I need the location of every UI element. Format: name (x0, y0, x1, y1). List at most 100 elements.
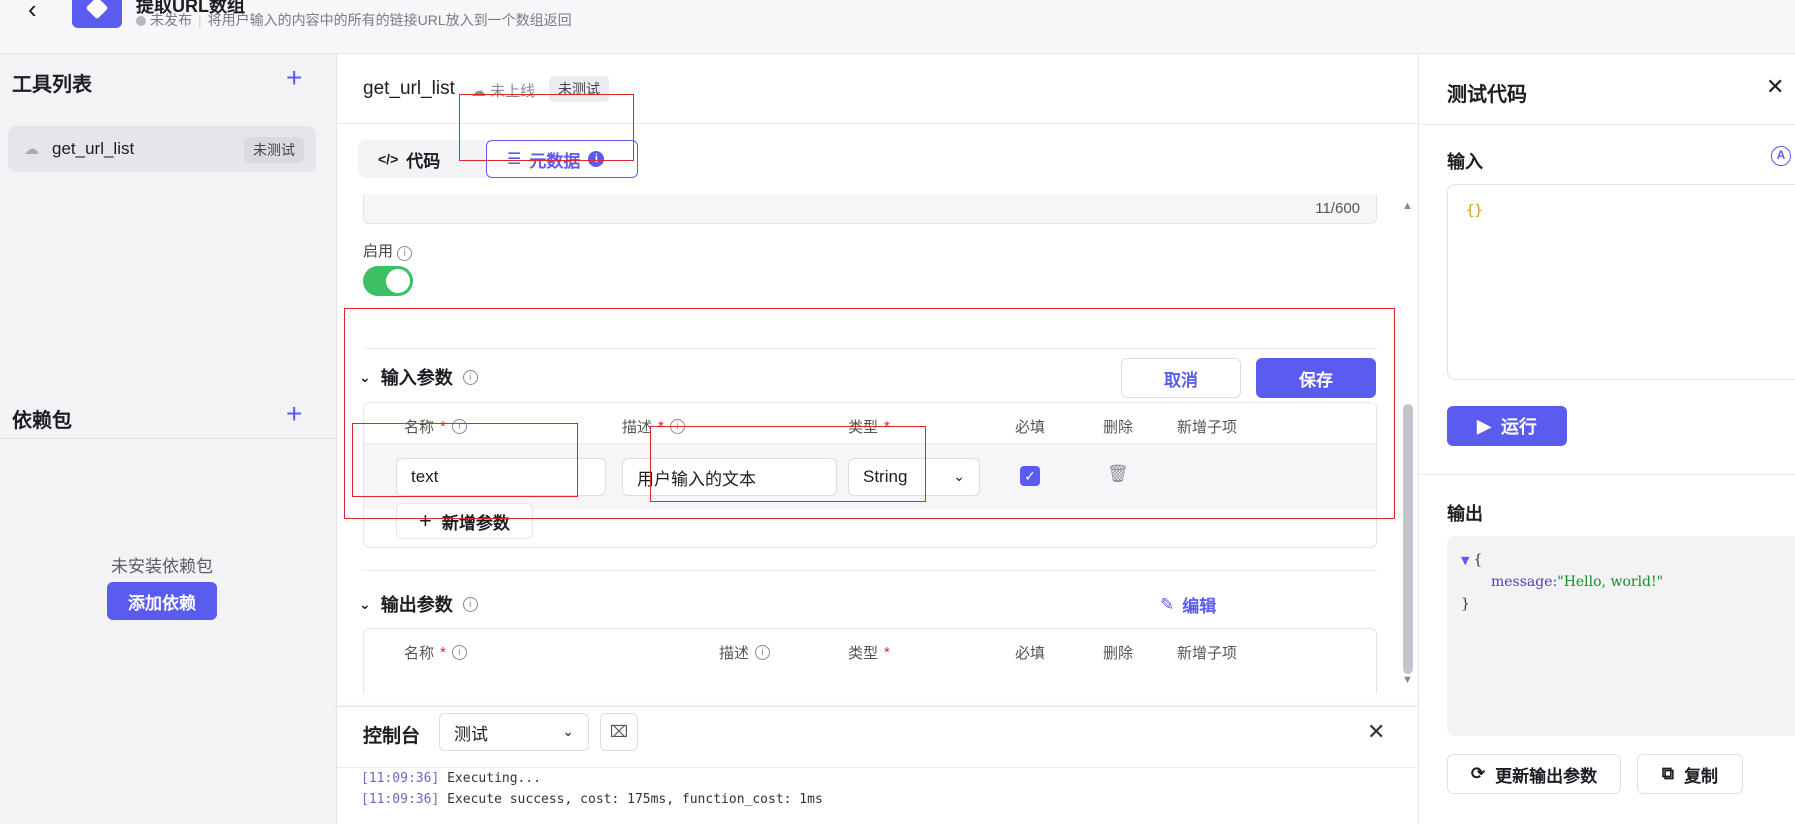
copy-label: 复制 (1684, 766, 1719, 786)
json-entry: message:"Hello, world!" (1491, 574, 1663, 590)
info-icon: i (462, 596, 478, 612)
description-textarea[interactable]: 11/600 (363, 194, 1377, 224)
sidebar-item-get-url-list[interactable]: ☁ get_url_list 未测试 (8, 126, 316, 172)
deps-empty-text: 未安装依赖包 (111, 557, 213, 576)
output-params-table: 名称 * i 描述 i 类型 * 必填 删除 新增子项 (363, 628, 1377, 694)
enable-toggle[interactable] (363, 266, 413, 296)
edit-output-button[interactable]: ✎ 编辑 (1160, 592, 1216, 617)
add-param-button[interactable]: + 新增参数 (396, 503, 533, 539)
add-dep-plus-icon[interactable]: + (286, 400, 302, 428)
cloud-icon: ☁ (24, 141, 39, 158)
required-checkbox[interactable]: ✓ (1020, 466, 1040, 486)
col-name: 名称 * i (404, 416, 467, 437)
info-icon: i (669, 419, 685, 434)
scroll-down-icon[interactable]: ▼ (1402, 674, 1413, 686)
deps-title: 依赖包 (12, 410, 72, 432)
output-params-header[interactable]: ⌄ 输出参数 i (359, 591, 478, 617)
run-button[interactable]: ▶ 运行 (1447, 406, 1567, 446)
console-mode-value: 测试 (454, 724, 488, 744)
tool-title: get_url_list (363, 78, 455, 99)
editor-header: get_url_list ☁ 未上线 未测试 (337, 54, 1418, 124)
app-header: ‹ 提取URL数组 未发布 | 将用户输入的内容中的所有的链接URL放入到一个数组返… (0, 0, 1795, 54)
test-panel-title: 测试代码 (1447, 84, 1527, 106)
console-panel: 控制台 测试 ⌄ ⌧ ✕ [11:09:36] Executing... [11… (337, 706, 1418, 824)
tab-code[interactable]: </> 代码 (358, 140, 464, 178)
app-logo-icon (72, 0, 122, 28)
trash-icon[interactable]: 🗑 (1107, 464, 1129, 484)
console-mode-select[interactable]: 测试 ⌄ (439, 713, 589, 751)
code-icon: </> (378, 151, 399, 167)
col-name-label: 名称 (404, 645, 435, 662)
sliders-icon: ☰ (507, 151, 522, 168)
edit-icon: ✎ (1160, 594, 1175, 614)
col-desc: 描述 i (719, 642, 771, 663)
app-description: 将用户输入的内容中的所有的链接URL放入到一个数组返回 (207, 12, 572, 28)
col-add-child: 新增子项 (1177, 419, 1238, 436)
publish-status: 未发布 (150, 12, 192, 28)
edit-label: 编辑 (1182, 597, 1217, 616)
col-add-child: 新增子项 (1177, 645, 1238, 662)
collapse-triangle-icon[interactable]: ▼ (1461, 554, 1469, 567)
app-subtitle: 未发布 | 将用户输入的内容中的所有的链接URL放入到一个数组返回 (136, 10, 572, 30)
char-counter: 11/600 (1315, 200, 1360, 217)
info-icon: i (397, 246, 413, 261)
col-desc-label: 描述 (719, 645, 750, 662)
update-output-params-button[interactable]: ⟳ 更新输出参数 (1447, 754, 1621, 794)
log-line: [11:09:36] Executing... (361, 768, 1418, 789)
scroll-up-icon[interactable]: ▲ (1402, 200, 1413, 212)
param-name-input[interactable]: text (396, 458, 606, 496)
col-delete: 删除 (1103, 419, 1134, 436)
ai-assist-icon[interactable]: A (1771, 146, 1791, 166)
editor-scrollbar[interactable]: ▲ ▼ (1400, 194, 1414, 694)
input-code: {} (1466, 203, 1483, 219)
col-name-label: 名称 (404, 419, 435, 436)
online-status: ☁ 未上线 (471, 83, 536, 100)
col-desc: 描述 * i (622, 416, 685, 437)
enable-label-text: 启用 (363, 243, 394, 260)
col-required: 必填 (1015, 419, 1046, 436)
test-input-editor[interactable]: {} (1447, 184, 1795, 380)
param-desc-input[interactable]: 用户输入的文本 (622, 458, 837, 496)
plus-icon: + (419, 508, 432, 533)
close-icon[interactable]: ✕ (1367, 719, 1385, 745)
editor-tabs: </> 代码 ☰ 元数据 i (358, 140, 638, 178)
log-timestamp: [11:09:36] (361, 771, 440, 786)
param-type-select[interactable]: String ⌄ (848, 458, 980, 496)
cancel-button[interactable]: 取消 (1121, 358, 1241, 398)
add-dependency-button[interactable]: 添加依赖 (107, 582, 217, 620)
chevron-down-icon: ⌄ (359, 368, 371, 385)
col-delete: 删除 (1103, 645, 1134, 662)
tab-metadata[interactable]: ☰ 元数据 i (486, 140, 638, 178)
output-label: 输出 (1447, 504, 1483, 524)
col-name: 名称 * i (404, 642, 467, 663)
tool-name: get_url_list (52, 139, 135, 158)
panel-divider (1419, 474, 1795, 475)
add-param-label: 新增参数 (441, 513, 510, 533)
col-type-label: 类型 (848, 419, 879, 436)
col-required: 必填 (1015, 645, 1046, 662)
sidebar-divider (0, 438, 337, 439)
save-button[interactable]: 保存 (1256, 358, 1376, 398)
table-row: text 用户输入的文本 String ⌄ ✓ 🗑 (364, 443, 1376, 509)
chevron-down-icon: ⌄ (562, 723, 574, 739)
back-arrow-icon[interactable]: ‹ (28, 0, 37, 25)
refresh-icon: ⟳ (1470, 764, 1486, 783)
chevron-down-icon: ⌄ (359, 595, 371, 612)
log-timestamp: [11:09:36] (361, 792, 440, 807)
status-dot-icon (136, 16, 146, 26)
metadata-scroll-area[interactable]: 11/600 启用 i ⌄ 输入参数 i 取消 保存 名称 * i 描述 * i 类型 *… (337, 194, 1418, 694)
scroll-thumb[interactable] (1403, 404, 1413, 674)
run-label: 运行 (1500, 417, 1537, 437)
copy-icon: ⧉ (1661, 764, 1675, 783)
panel-divider (1419, 124, 1795, 125)
play-icon: ▶ (1477, 415, 1491, 436)
copy-button[interactable]: ⧉ 复制 (1637, 754, 1743, 794)
add-tool-plus-icon[interactable]: + (286, 64, 302, 92)
info-icon: i (451, 645, 467, 660)
close-icon[interactable]: ✕ (1766, 74, 1784, 100)
clear-console-button[interactable]: ⌧ (600, 713, 638, 751)
section-divider (363, 348, 1377, 349)
chevron-down-icon: ⌄ (953, 468, 965, 484)
input-params-header[interactable]: ⌄ 输入参数 i (359, 364, 478, 390)
json-key: message: (1491, 574, 1558, 590)
